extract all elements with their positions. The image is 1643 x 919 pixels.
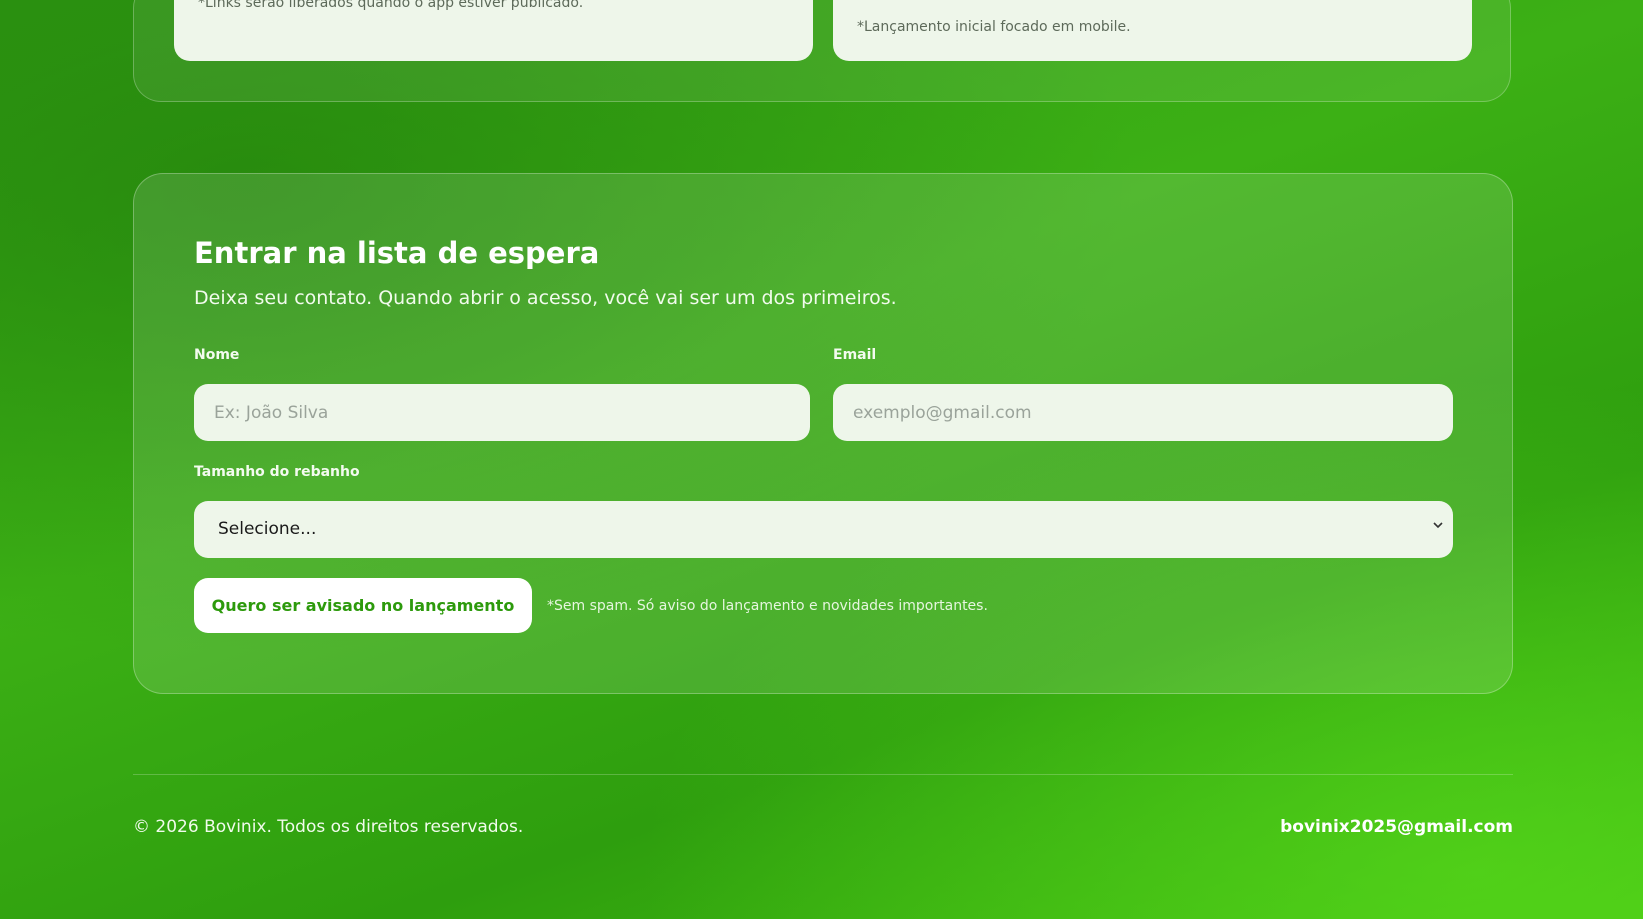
spam-note: *Sem spam. Só aviso do lançamento e novi… [547, 598, 988, 614]
email-label: Email [833, 347, 877, 363]
footer-copyright: © 2026 Bovinix. Todos os direitos reserv… [133, 817, 524, 837]
download-card-left: *Links serão liberados quando o app esti… [174, 0, 813, 61]
herd-size-label: Tamanho do rebanho [194, 464, 360, 480]
download-note-right: *Lançamento inicial focado em mobile. [857, 19, 1131, 35]
herd-size-selected-value: Selecione... [218, 519, 317, 539]
download-card-right: *Lançamento inicial focado em mobile. [833, 0, 1472, 61]
notify-submit-button[interactable]: Quero ser avisado no lançamento [194, 578, 532, 633]
chevron-down-icon [1433, 522, 1443, 529]
name-input[interactable] [194, 384, 810, 441]
download-note-left: *Links serão liberados quando o app esti… [198, 0, 584, 11]
footer-divider [133, 774, 1513, 775]
waitlist-form-card: Entrar na lista de espera Deixa seu cont… [133, 173, 1513, 694]
herd-size-select[interactable]: Selecione... [194, 501, 1453, 558]
name-label: Nome [194, 347, 240, 363]
email-input[interactable] [833, 384, 1453, 441]
waitlist-title: Entrar na lista de espera [194, 236, 600, 270]
footer-email-link[interactable]: bovinix2025@gmail.com [1280, 817, 1513, 837]
waitlist-subtitle: Deixa seu contato. Quando abrir o acesso… [194, 287, 897, 309]
